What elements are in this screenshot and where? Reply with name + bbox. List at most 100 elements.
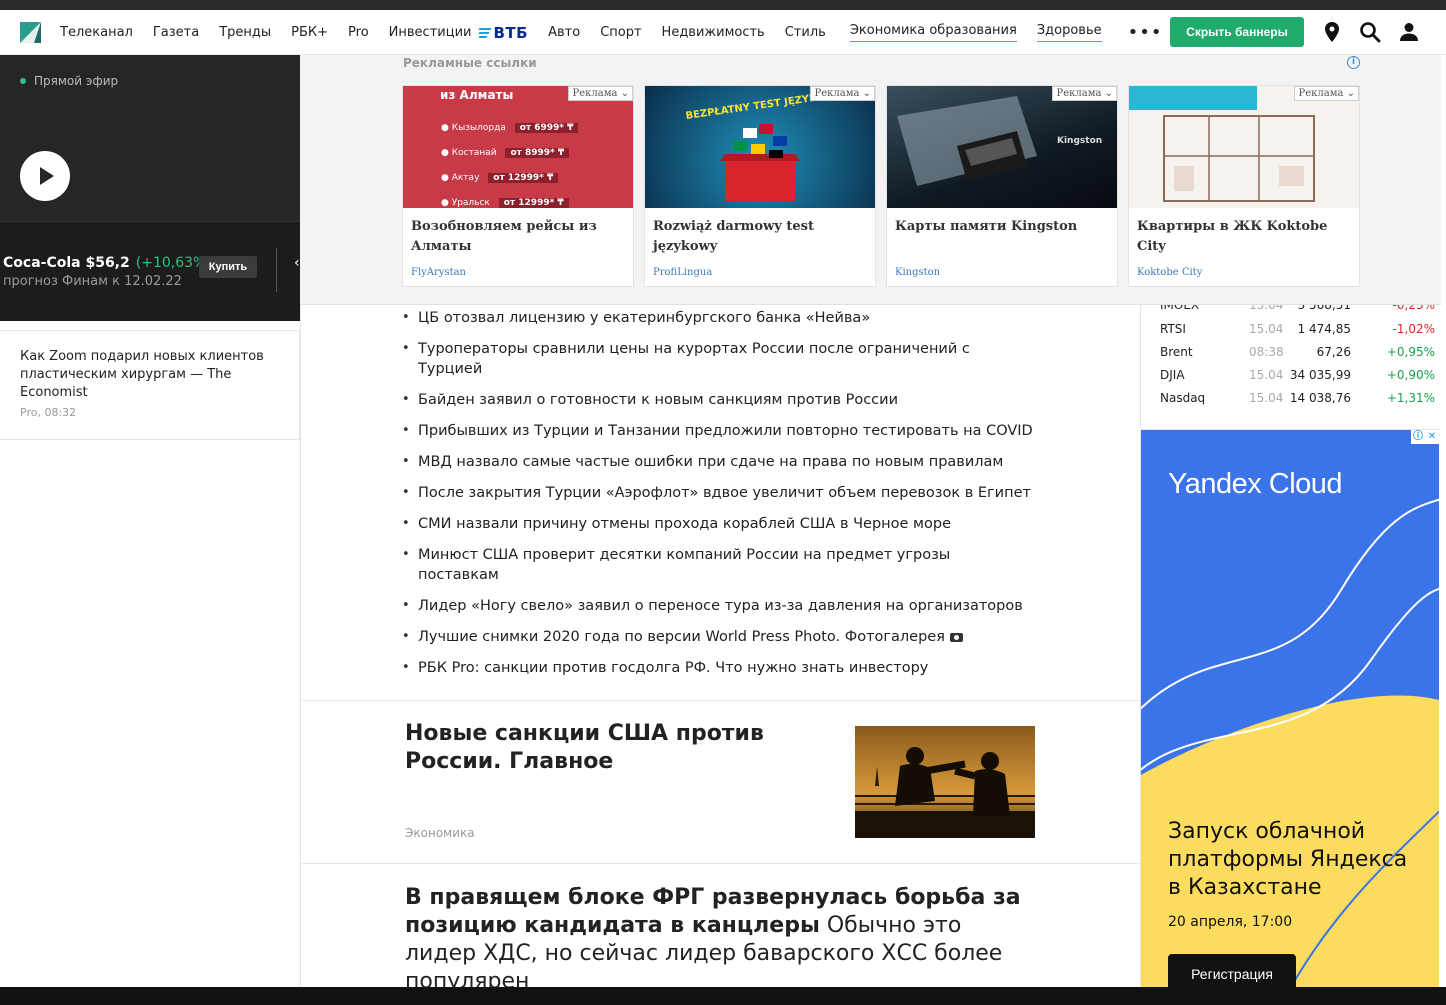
right-gutter <box>1441 55 1446 987</box>
ad-city-row: ● Актау от 12999* ₸ <box>441 166 578 191</box>
ticker-stock[interactable]: Coca-Cola $56,2 (+10,63%) <box>3 255 212 271</box>
nav-item-education-economy[interactable]: Экономика образования <box>849 23 1017 42</box>
list-item[interactable]: • Прибывших из Турции и Танзании предложи… <box>402 421 1102 441</box>
ad-image-language-test: BEZPŁATNY TEST JĘZYKOWY <box>645 86 875 208</box>
nav-item-rbc-plus[interactable]: РБК+ <box>291 10 328 55</box>
ad-card-flyarystan[interactable]: из Алматы ● Кызылорда от 6999* ₸ ● Коста… <box>402 85 634 287</box>
nav-item-realty[interactable]: Недвижимость <box>662 10 765 55</box>
ad-controls: ⓘ ✕ <box>1411 430 1439 444</box>
vtb-bars-icon <box>478 27 493 39</box>
ad-image-text: Kingston <box>1057 136 1103 146</box>
nav-item-health[interactable]: Здоровье <box>1036 23 1102 42</box>
ad-title: Rozwiąż darmowy test językowy <box>653 219 814 254</box>
yandex-ad-date: 20 апреля, 17:00 <box>1168 914 1293 930</box>
top-strip <box>0 0 1446 10</box>
ticker-stock-name: Coca-Cola $56,2 <box>3 255 130 271</box>
quote-row[interactable]: Nasdaq 15.04 14 038,76 +1,31% <box>1141 391 1441 414</box>
list-item[interactable]: • СМИ назвали причину отмены прохода кора… <box>402 514 1102 534</box>
list-item[interactable]: • Туроператоры сравнили цены на курортах … <box>402 339 1102 379</box>
ad-city-row: ● Костанай от 8999* ₸ <box>441 141 578 166</box>
nav-item-pro[interactable]: Pro <box>348 10 369 55</box>
search-icon[interactable] <box>1358 20 1382 44</box>
more-menu-icon[interactable]: ••• <box>1128 22 1163 43</box>
side-news-item: Как Zoom подарил новых клиентов пластиче… <box>0 330 300 440</box>
story-image[interactable] <box>855 726 1035 838</box>
bottom-strip <box>0 987 1446 1005</box>
ad-title: Карты памяти Kingston <box>895 219 1078 234</box>
ads-title: Рекламные ссылки <box>403 56 537 70</box>
ad-image-floorplan <box>1129 86 1359 208</box>
story-category[interactable]: Экономика <box>405 826 475 840</box>
nav-item-trends[interactable]: Тренды <box>219 10 271 55</box>
live-stream-player: Прямой эфир <box>0 55 300 221</box>
ad-city-row: ● Кызылорда от 6999* ₸ <box>441 116 579 141</box>
ticker-separator <box>276 248 277 292</box>
market-quotes: IMOEX 15.04 3 568,51 -0,23% RTSI 15.04 1 474,… <box>1141 298 1441 430</box>
side-news-title[interactable]: Как Zoom подарил новых клиентов пластиче… <box>20 348 280 402</box>
left-column-border <box>300 300 301 987</box>
ticker-forecast: прогноз Финам к 12.02.22 <box>3 274 182 289</box>
list-item[interactable]: • Лидер «Ногу свело» заявил о переносе ту… <box>402 596 1102 616</box>
play-icon[interactable] <box>20 151 70 201</box>
register-button[interactable]: Регистрация <box>1168 954 1296 987</box>
nav-item-tv[interactable]: Телеканал <box>60 10 133 55</box>
hide-banners-button[interactable]: Скрыть баннеры <box>1170 17 1304 47</box>
stock-ticker: Coca-Cola $56,2 (+10,63%) прогноз Финам к… <box>0 221 300 321</box>
camera-icon <box>949 632 963 642</box>
story2[interactable]: В правящем блоке ФРГ развернулась борьба… <box>405 884 1025 987</box>
nav-item-sport[interactable]: Спорт <box>600 10 641 55</box>
live-dot-icon <box>20 78 26 84</box>
list-item[interactable]: • ЦБ отозвал лицензию у екатеринбургского… <box>402 308 1102 328</box>
ad-image-memory-card: Kingston <box>887 86 1117 208</box>
ad-card-kingston[interactable]: Kingston Реклама ⌄ Карты памяти Kingston… <box>886 85 1118 287</box>
divider <box>300 863 1140 864</box>
ad-card-profilingua[interactable]: BEZPŁATNY TEST JĘZYKOWY Реклама ⌄ Rozwią… <box>644 85 876 287</box>
live-label: Прямой эфир <box>20 74 118 88</box>
main-nav: Телеканал Газета Тренды РБК+ Pro Инвести… <box>60 10 1162 55</box>
ad-city-row: ● Уральск от 12999* ₸ <box>441 191 578 208</box>
list-item[interactable]: • После закрытия Турции «Аэрофлот» вдвое … <box>402 483 1102 503</box>
ad-image-flights: из Алматы ● Кызылорда от 6999* ₸ ● Коста… <box>403 86 633 208</box>
ad-source: ProfiLingua <box>653 267 713 278</box>
ticker-next-icon[interactable]: ‹ <box>294 255 300 271</box>
ad-title: Возобновляем рейсы из Алматы <box>411 219 597 254</box>
location-pin-icon[interactable] <box>1320 20 1344 44</box>
nav-item-style[interactable]: Стиль <box>785 10 826 55</box>
list-item[interactable]: • МВД назвало самые частые ошибки при сда… <box>402 452 1102 472</box>
story-title[interactable]: Новые санкции США против России. Главное <box>405 720 805 776</box>
list-item[interactable]: • Байден заявил о готовности к новым санк… <box>402 390 1102 410</box>
ad-links-block: Рекламные ссылки i из Алматы ● Кызылорда… <box>300 55 1441 305</box>
ad-source: Koktobe City <box>1137 267 1203 278</box>
quote-row[interactable]: RTSI 15.04 1 474,85 -1,02% <box>1141 322 1441 345</box>
nav-item-newspaper[interactable]: Газета <box>153 10 199 55</box>
news-list: • ЦБ отозвал лицензию у екатеринбургского… <box>402 308 1102 689</box>
vtb-logo[interactable]: ВТБ <box>478 23 529 42</box>
ads-info-icon[interactable]: i <box>1347 56 1360 69</box>
list-item[interactable]: • РБК Pro: санкции против госдолга РФ. Чт… <box>402 658 1102 678</box>
divider <box>300 700 1140 701</box>
quote-row[interactable]: Brent 08:38 67,26 +0,95% <box>1141 345 1441 368</box>
ad-source: FlyArystan <box>411 267 466 278</box>
ad-tag[interactable]: Реклама ⌄ <box>1052 86 1117 101</box>
ad-card-koktobe[interactable]: Реклама ⌄ Квартиры в ЖК Koktobe City Kok… <box>1128 85 1360 287</box>
list-item[interactable]: • Минюст США проверит десятки компаний Ро… <box>402 545 1102 585</box>
ad-source: Kingston <box>895 267 941 278</box>
nav-item-investments[interactable]: Инвестиции <box>389 10 472 55</box>
yandex-cloud-ad[interactable]: Yandex Cloud Запуск облачной платформы Я… <box>1141 430 1439 987</box>
ad-info-icon[interactable]: ⓘ <box>1411 430 1425 444</box>
yandex-ad-title: Запуск облачной платформы Яндекса в Каза… <box>1168 819 1408 900</box>
close-icon[interactable]: ✕ <box>1425 430 1439 444</box>
ad-tag[interactable]: Реклама ⌄ <box>810 86 875 101</box>
yandex-cloud-logo: Yandex Cloud <box>1168 468 1343 500</box>
ad-tag[interactable]: Реклама ⌄ <box>568 86 633 101</box>
buy-button[interactable]: Купить <box>199 256 257 278</box>
rbc-logo-icon[interactable] <box>20 22 41 43</box>
ad-tag[interactable]: Реклама ⌄ <box>1294 86 1359 101</box>
ad-image-heading: из Алматы <box>440 88 514 102</box>
quote-row[interactable]: DJIA 15.04 34 035,99 +0,90% <box>1141 368 1441 391</box>
vtb-logo-text: ВТБ <box>493 23 529 42</box>
user-icon[interactable] <box>1397 20 1421 44</box>
list-item[interactable]: • Лучшие снимки 2020 года по версии World… <box>402 627 1102 647</box>
live-label-text: Прямой эфир <box>34 74 119 88</box>
nav-item-auto[interactable]: Авто <box>548 10 580 55</box>
